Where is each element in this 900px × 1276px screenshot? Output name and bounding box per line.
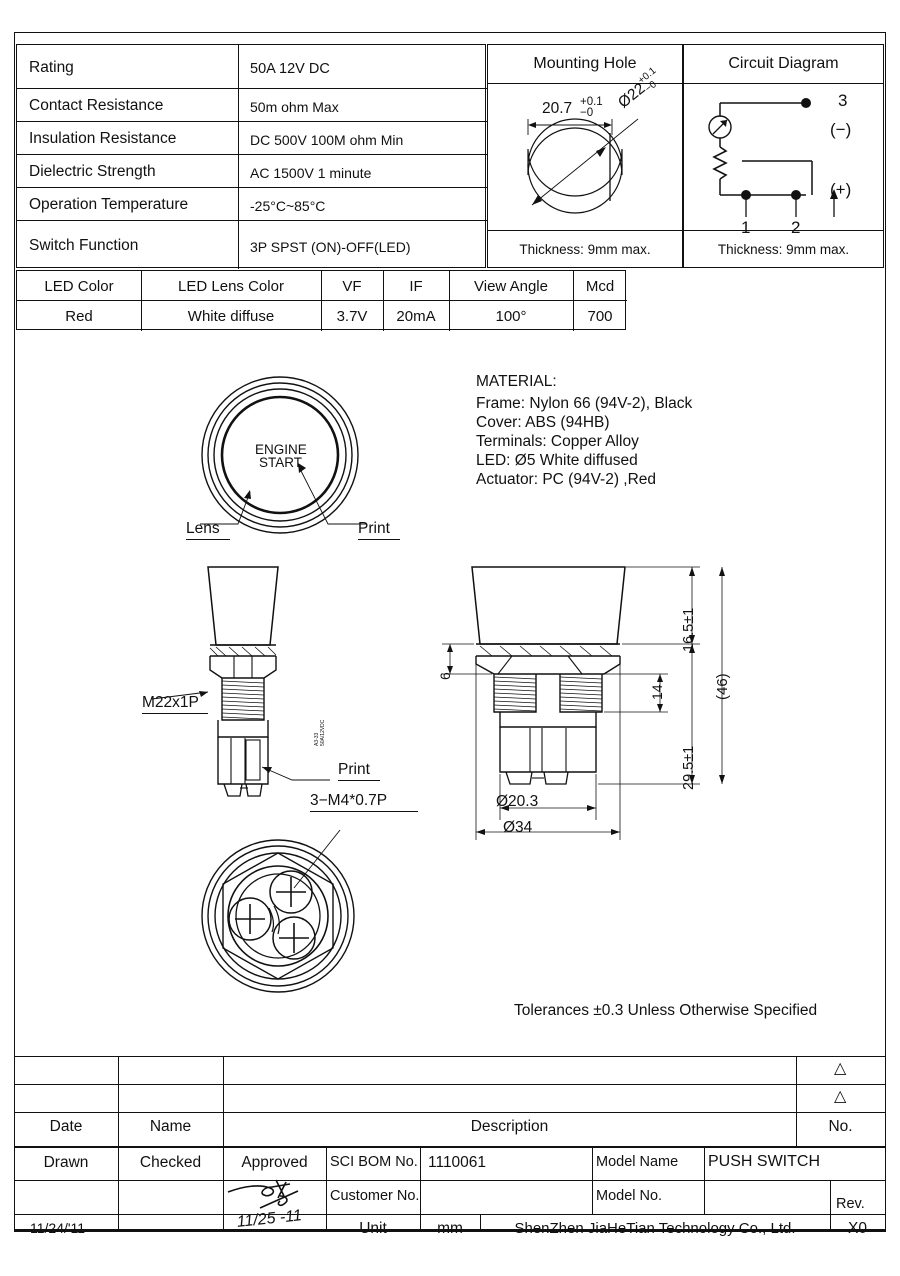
title-block-label-unit: Unit (359, 1220, 387, 1237)
spec-label-contact-resistance: Contact Resistance (29, 97, 164, 114)
material-notes-heading: MATERIAL: (476, 373, 557, 390)
circuit-diagram-thickness-note: Thickness: 9mm max. (717, 242, 850, 257)
mounting-hole-flat-tol-lower: −0 (580, 107, 594, 119)
dim-cap-height: 16.5±1 (681, 607, 697, 652)
side-view-thread-callout: M22x1P (142, 694, 199, 711)
title-block-label-rev: Rev. (836, 1196, 865, 1212)
drawing-sheet: Rating 50A 12V DC Contact Resistance 50m… (0, 0, 900, 1276)
title-block-header-name: Name (149, 1118, 192, 1135)
dim-body-height: 29.5±1 (681, 745, 697, 790)
spec-label-dielectric-strength: Dielectric Strength (29, 163, 156, 180)
material-note-actuator: Actuator: PC (94V-2) ,Red (476, 471, 657, 488)
side-view-print-callout: Print (338, 761, 370, 778)
led-value-mcd: 700 (587, 308, 613, 325)
spec-value-operation-temperature: -25°C~85°C (250, 198, 326, 214)
top-view-face-text-start: START (259, 455, 303, 470)
spec-value-insulation-resistance: DC 500V 100M ohm Min (250, 132, 404, 148)
spec-label-operation-temperature: Operation Temperature (29, 196, 189, 213)
led-header-view-angle: View Angle (474, 278, 548, 295)
led-header-lens-color: LED Lens Color (178, 278, 284, 295)
led-header-mcd: Mcd (585, 278, 615, 295)
circuit-diagram-title: Circuit Diagram (728, 55, 839, 72)
revision-triangle-2: △ (834, 1060, 847, 1077)
title-block-value-sci-bom-no: 1110061 (428, 1154, 487, 1171)
dim-flange-6: 6 (437, 672, 453, 680)
circuit-diagram-panel: Circuit Diagram Thickness: 9mm max. 3 (−… (683, 44, 884, 268)
led-value-color: Red (65, 308, 93, 325)
material-note-frame: Frame: Nylon 66 (94V-2), Black (476, 395, 693, 412)
side-view-right-figure (442, 566, 725, 840)
material-note-cover: Cover: ABS (94HB) (476, 414, 610, 431)
circuit-diagram-figure (708, 98, 838, 217)
led-value-if: 20mA (396, 308, 436, 325)
led-value-vf: 3.7V (336, 308, 368, 325)
bottom-view-figure (201, 829, 355, 993)
material-note-terminals: Terminals: Copper Alloy (476, 433, 639, 450)
spec-value-dielectric-strength: AC 1500V 1 minute (250, 165, 372, 181)
dim-overall-height: (46) (714, 673, 731, 700)
spec-value-rating: 50A 12V DC (250, 61, 330, 77)
led-specification-table: LED Color LED Lens Color VF IF View Angl… (16, 270, 627, 331)
title-block-value-unit: mm (437, 1220, 463, 1237)
bottom-view-screw-callout: 3−M4*0.7P (310, 792, 388, 809)
mounting-hole-panel: Mounting Hole Thickness: 9mm max. 20.7 +… (487, 44, 683, 268)
dim-outer-diameter: Ø34 (503, 819, 533, 836)
mounting-hole-flat-dim: 20.7 (542, 100, 573, 117)
spec-label-switch-function: Switch Function (29, 237, 139, 254)
led-value-view-angle: 100° (495, 308, 527, 325)
material-note-led: LED: Ø5 White diffused (476, 452, 638, 469)
title-block-header-date: Date (49, 1118, 83, 1135)
circuit-terminal-3-label: 3 (838, 91, 848, 110)
spec-label-insulation-resistance: Insulation Resistance (29, 130, 177, 147)
spec-label-rating: Rating (29, 59, 74, 76)
title-block-label-model-no: Model No. (596, 1188, 663, 1204)
led-header-vf: VF (342, 278, 362, 295)
circuit-terminal-2-label: 2 (791, 218, 801, 237)
title-block-value-drawn-date: 11/24/'11 (30, 1220, 86, 1236)
spec-table-divider (238, 45, 240, 269)
title-block-label-sci-bom-no: SCI BOM No. (330, 1154, 418, 1170)
title-block-value-model-name: PUSH SWITCH (708, 1153, 820, 1170)
title-block-header-description: Description (470, 1118, 549, 1135)
specification-table: Rating 50A 12V DC Contact Resistance 50m… (16, 44, 487, 269)
top-view-callout-lens: Lens (186, 520, 220, 537)
title-block-label-customer-no: Customer No. (330, 1188, 420, 1204)
title-block-label-drawn: Drawn (43, 1154, 89, 1171)
circuit-polarity-positive: (+) (830, 180, 852, 199)
spec-value-contact-resistance: 50m ohm Max (250, 99, 339, 115)
led-header-color: LED Color (44, 278, 114, 295)
revision-triangle-1: △ (834, 1088, 847, 1105)
mounting-hole-thickness-note: Thickness: 9mm max. (519, 242, 651, 257)
title-block-label-model-name: Model Name (596, 1154, 679, 1170)
title-block-label-checked: Checked (139, 1154, 202, 1171)
title-block-value-company: ShenZhen JiaHeTian Technology Co., Ltd. (514, 1220, 796, 1237)
title-block-label-approved: Approved (241, 1154, 308, 1171)
title-block: △ △ Date Name Description No. Drawn Chec… (14, 1056, 887, 1237)
tolerance-note: Tolerances ±0.3 Unless Otherwise Specifi… (514, 1002, 818, 1019)
circuit-terminal-1-label: 1 (741, 218, 751, 237)
circuit-polarity-negative: (−) (830, 120, 852, 139)
led-header-if: IF (409, 278, 423, 295)
body-print-line-2: 50A/12VDC (320, 719, 327, 746)
title-block-value-rev: X0 (848, 1220, 867, 1237)
led-value-lens-color: White diffuse (187, 308, 275, 325)
top-view-callout-print: Print (358, 520, 390, 537)
dim-inner-diameter: Ø20.3 (496, 793, 539, 810)
dim-thread-14: 14 (649, 684, 665, 700)
spec-value-switch-function: 3P SPST (ON)-OFF(LED) (250, 239, 411, 255)
title-block-header-no: No. (828, 1118, 853, 1135)
